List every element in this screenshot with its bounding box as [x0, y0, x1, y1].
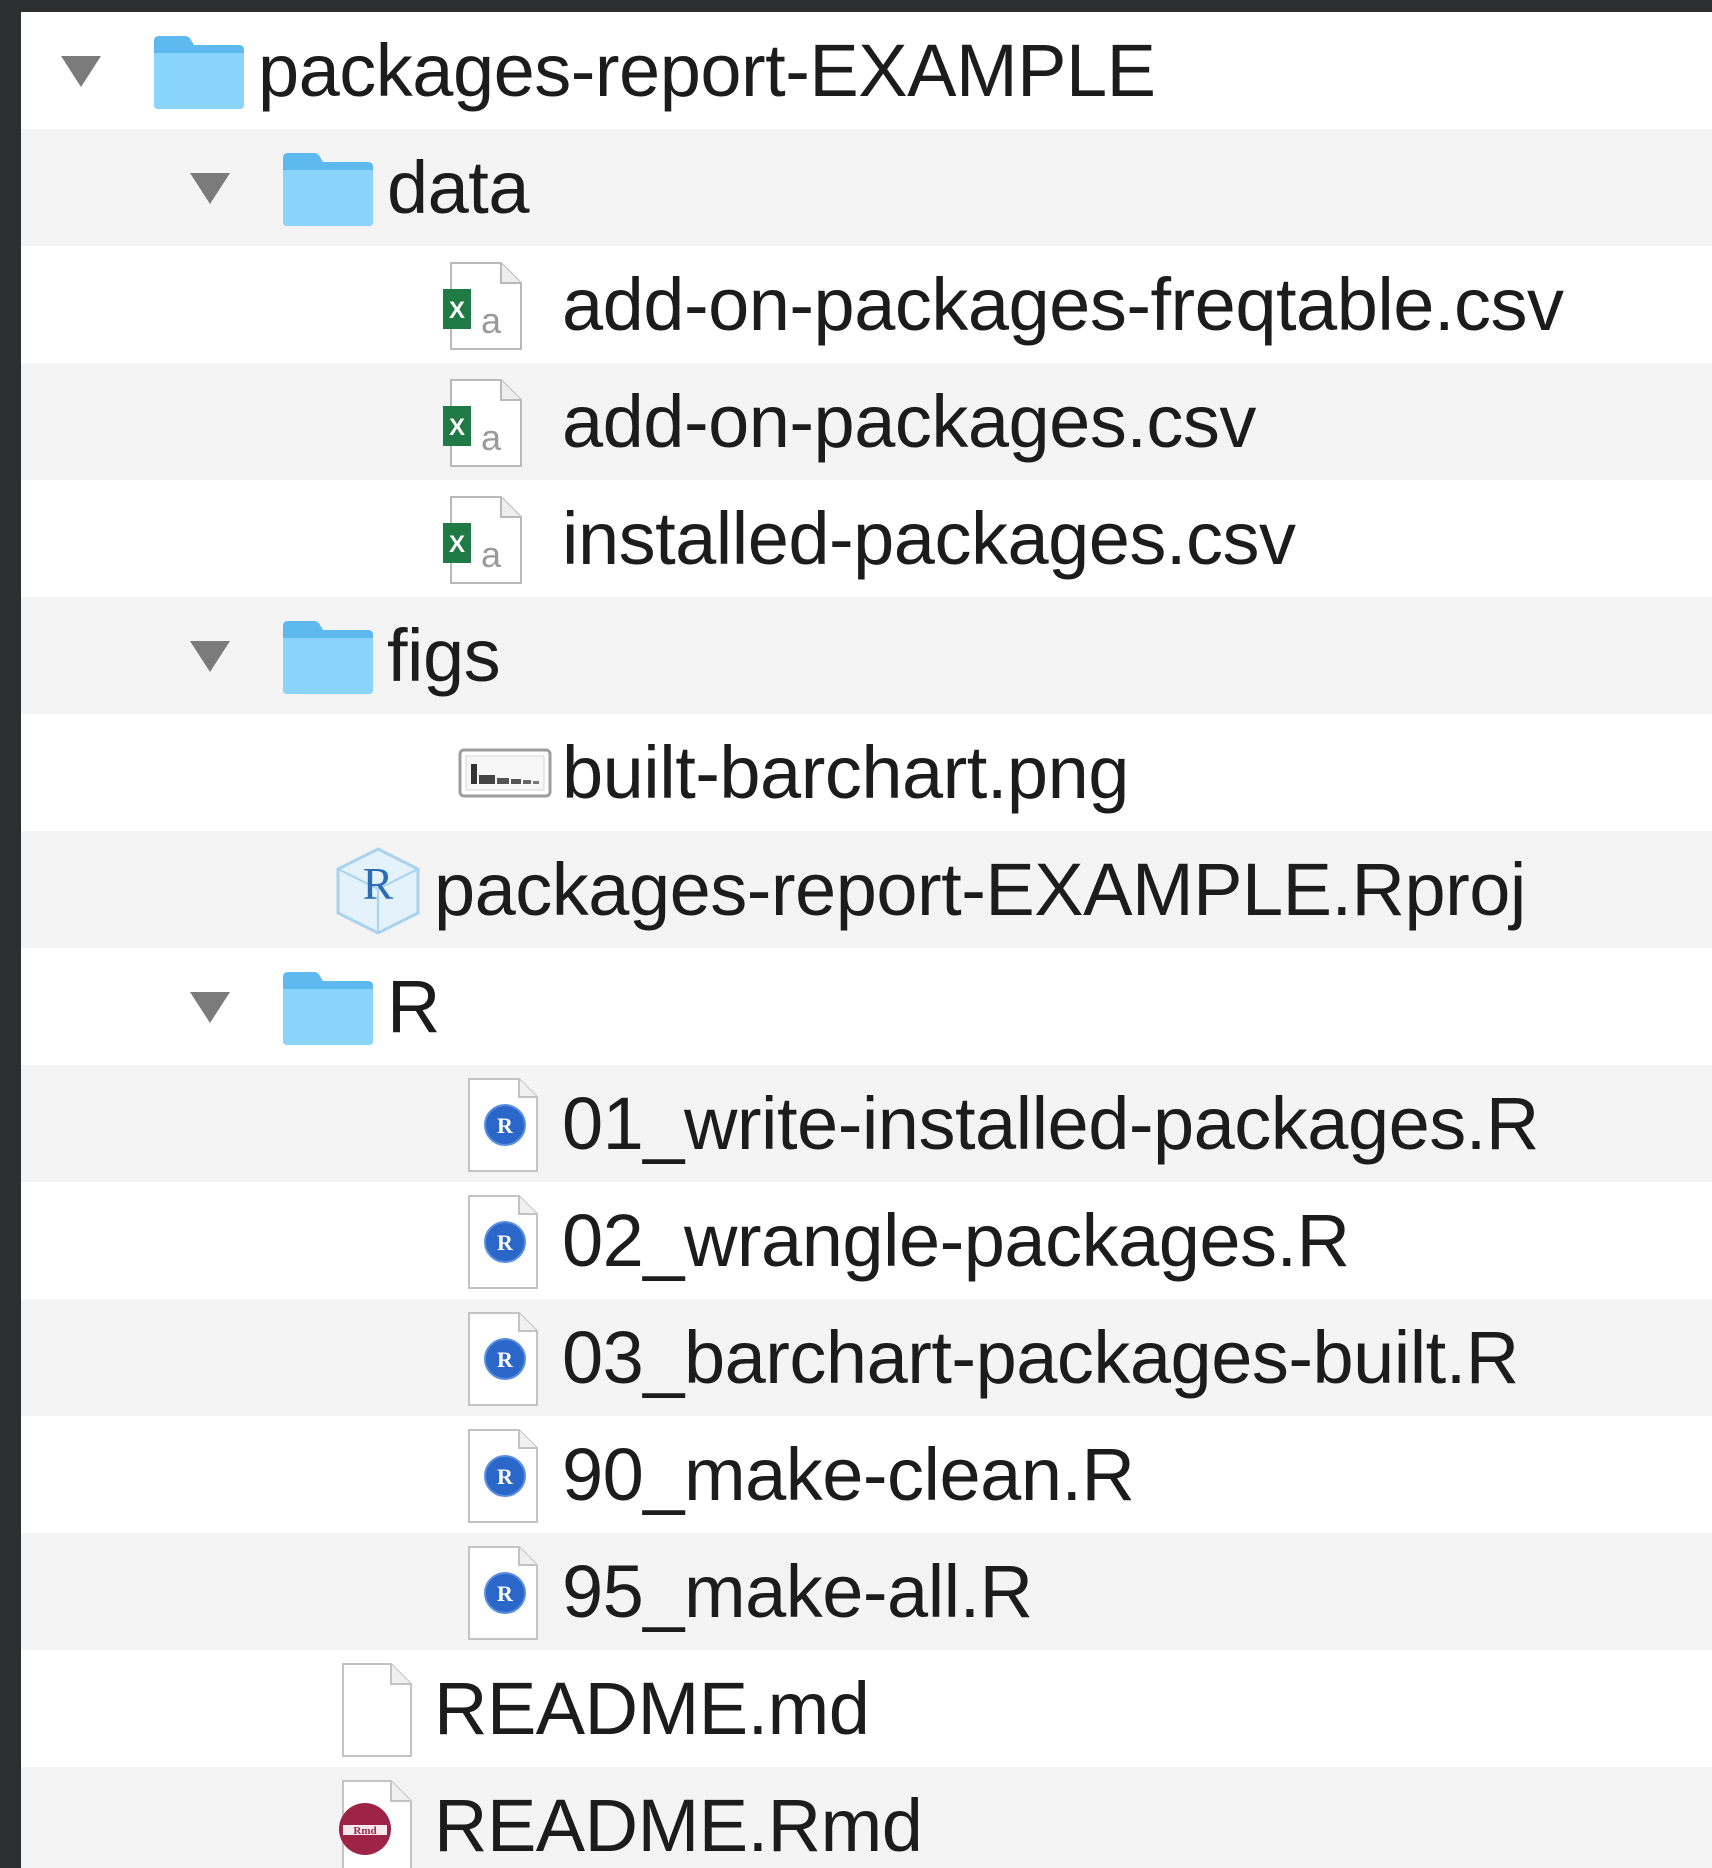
- r-script-icon: R: [449, 1429, 545, 1523]
- folder-icon: [151, 27, 247, 117]
- file-name: 90_make-clean.R: [562, 1433, 1135, 1516]
- tree-row-file[interactable]: X a installed-packages.csv: [21, 480, 1712, 597]
- folder-name: figs: [387, 614, 501, 697]
- folder-name: data: [387, 146, 530, 229]
- excel-letter: X: [449, 531, 465, 558]
- csv-file-icon: X a: [433, 378, 529, 468]
- tree-row-file[interactable]: R packages-report-EXAMPLE.Rproj: [21, 831, 1712, 948]
- excel-sub-letter: a: [481, 534, 502, 575]
- csv-file-icon: X a: [433, 261, 529, 351]
- excel-letter: X: [449, 297, 465, 324]
- tree-row-file[interactable]: R 02_wrangle-packages.R: [21, 1182, 1712, 1299]
- r-letter: R: [497, 1581, 514, 1606]
- rmd-letter: Rmd: [353, 1825, 376, 1837]
- tree-row-data-folder[interactable]: data: [21, 129, 1712, 246]
- tree-row-file[interactable]: R 95_make-all.R: [21, 1533, 1712, 1650]
- png-file-icon: [457, 729, 553, 819]
- tree-row-file[interactable]: built-barchart.png: [21, 714, 1712, 831]
- excel-sub-letter: a: [481, 417, 502, 458]
- file-name: 01_write-installed-packages.R: [562, 1082, 1539, 1165]
- file-name: README.Rmd: [434, 1784, 923, 1867]
- r-letter: R: [497, 1347, 514, 1372]
- file-name: installed-packages.csv: [562, 497, 1296, 580]
- rmd-file-icon: Rmd: [323, 1780, 419, 1868]
- r-letter: R: [497, 1464, 514, 1489]
- file-name: README.md: [434, 1667, 870, 1750]
- r-script-icon: R: [449, 1546, 545, 1640]
- tree-row-file[interactable]: README.md: [21, 1650, 1712, 1767]
- csv-file-icon: X a: [433, 495, 529, 585]
- tree-row-file[interactable]: X a add-on-packages-freqtable.csv: [21, 246, 1712, 363]
- disclosure-triangle-expanded-icon[interactable]: [184, 162, 236, 214]
- file-name: 95_make-all.R: [562, 1550, 1033, 1633]
- tree-row-file[interactable]: R 01_write-installed-packages.R: [21, 1065, 1712, 1182]
- r-script-icon: R: [449, 1195, 545, 1289]
- file-name: 03_barchart-packages-built.R: [562, 1316, 1519, 1399]
- file-name: add-on-packages-freqtable.csv: [562, 263, 1564, 346]
- folder-icon: [280, 144, 376, 234]
- folder-icon: [280, 612, 376, 702]
- tree-row-file[interactable]: R 90_make-clean.R: [21, 1416, 1712, 1533]
- disclosure-triangle-expanded-icon[interactable]: [55, 45, 107, 97]
- r-letter: R: [497, 1230, 514, 1255]
- r-letter: R: [497, 1113, 514, 1138]
- tree-row-r-folder[interactable]: R: [21, 948, 1712, 1065]
- folder-name: packages-report-EXAMPLE: [258, 29, 1156, 112]
- r-script-icon: R: [449, 1312, 545, 1406]
- disclosure-triangle-expanded-icon[interactable]: [184, 981, 236, 1033]
- r-script-icon: R: [449, 1078, 545, 1172]
- excel-sub-letter: a: [481, 300, 502, 341]
- file-name: add-on-packages.csv: [562, 380, 1256, 463]
- tree-row-root-folder[interactable]: packages-report-EXAMPLE: [21, 12, 1712, 129]
- finder-file-tree: packages-report-EXAMPLE data X a add-on-…: [21, 12, 1712, 1868]
- rproj-letter: R: [363, 858, 394, 909]
- file-name: built-barchart.png: [562, 731, 1129, 814]
- rproj-file-icon: R: [330, 846, 426, 936]
- file-name: 02_wrangle-packages.R: [562, 1199, 1350, 1282]
- tree-row-file[interactable]: R 03_barchart-packages-built.R: [21, 1299, 1712, 1416]
- folder-icon: [280, 963, 376, 1053]
- disclosure-triangle-expanded-icon[interactable]: [184, 630, 236, 682]
- tree-row-figs-folder[interactable]: figs: [21, 597, 1712, 714]
- tree-row-file[interactable]: X a add-on-packages.csv: [21, 363, 1712, 480]
- excel-letter: X: [449, 414, 465, 441]
- tree-row-file[interactable]: Rmd README.Rmd: [21, 1767, 1712, 1868]
- folder-name: R: [387, 965, 440, 1048]
- text-file-icon: [323, 1663, 419, 1757]
- file-name: packages-report-EXAMPLE.Rproj: [434, 848, 1526, 931]
